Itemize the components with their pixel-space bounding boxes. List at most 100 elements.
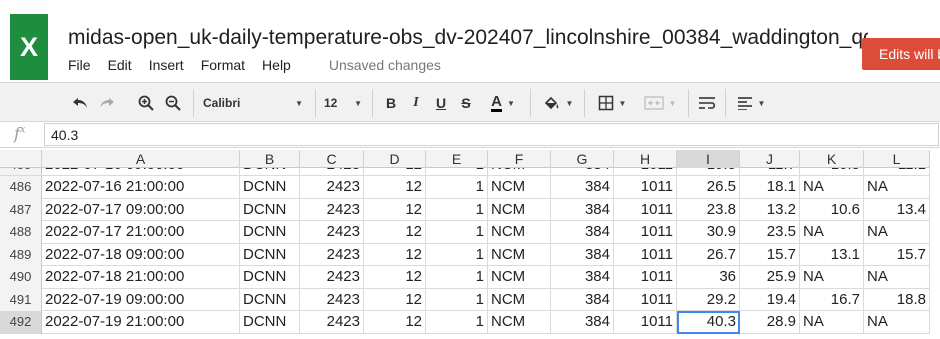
cell-e-489[interactable]: 1 [426,243,488,266]
zoom-in-icon[interactable] [136,91,156,115]
cell-l-489[interactable]: 15.7 [864,243,930,266]
cell-k-489[interactable]: 13.1 [800,243,864,266]
underline-button[interactable]: U [432,91,450,115]
row-header[interactable]: 491 [0,288,42,311]
cell-h-487[interactable]: 1011 [614,198,677,221]
cell-l-485[interactable]: 11.1 [864,168,930,175]
cell-c-486[interactable]: 2423 [300,176,364,199]
cell-k-490[interactable]: NA [800,266,864,289]
strikethrough-button[interactable]: S [457,91,475,115]
cell-k-487[interactable]: 10.6 [800,198,864,221]
cell-c-487[interactable]: 2423 [300,198,364,221]
cell-j-489[interactable]: 15.7 [740,243,800,266]
document-title[interactable]: midas-open_uk-daily-temperature-obs_dv-2… [68,26,868,52]
cell-i-488[interactable]: 30.9 [677,221,740,244]
cell-j-492[interactable]: 28.9 [740,311,800,334]
cell-d-492[interactable]: 12 [364,311,426,334]
select-all-corner[interactable] [0,150,42,168]
cell-j-487[interactable]: 13.2 [740,198,800,221]
cell-l-491[interactable]: 18.8 [864,288,930,311]
cell-f-490[interactable]: NCM [488,266,551,289]
cell-c-491[interactable]: 2423 [300,288,364,311]
cell-d-488[interactable]: 12 [364,221,426,244]
column-header-h[interactable]: H [614,150,677,168]
column-header-c[interactable]: C [300,150,364,168]
menu-insert[interactable]: Insert [149,57,184,77]
cell-b-490[interactable]: DCNN [240,266,300,289]
merge-cells-button[interactable]: ▼ [640,91,680,115]
menu-format[interactable]: Format [201,57,245,77]
cell-g-487[interactable]: 384 [551,198,614,221]
cell-f-491[interactable]: NCM [488,288,551,311]
cell-a-486[interactable]: 2022-07-16 21:00:00 [42,176,240,199]
cell-h-491[interactable]: 1011 [614,288,677,311]
cell-g-490[interactable]: 384 [551,266,614,289]
column-header-a[interactable]: A [42,150,240,168]
cell-j-488[interactable]: 23.5 [740,221,800,244]
cell-k-488[interactable]: NA [800,221,864,244]
fill-color-button[interactable]: ▼ [540,91,576,115]
cell-i-491[interactable]: 29.2 [677,288,740,311]
cell-f-487[interactable]: NCM [488,198,551,221]
cell-k-492[interactable]: NA [800,311,864,334]
cell-e-490[interactable]: 1 [426,266,488,289]
cell-a-487[interactable]: 2022-07-17 09:00:00 [42,198,240,221]
cell-d-489[interactable]: 12 [364,243,426,266]
cell-a-489[interactable]: 2022-07-18 09:00:00 [42,243,240,266]
cell-e-492[interactable]: 1 [426,311,488,334]
cell-l-492[interactable]: NA [864,311,930,334]
cell-h-489[interactable]: 1011 [614,243,677,266]
cell-e-485[interactable]: 1 [426,168,488,175]
cell-b-492[interactable]: DCNN [240,311,300,334]
row-header[interactable]: 486 [0,176,42,199]
row-header[interactable]: 492 [0,311,42,334]
cell-i-486[interactable]: 26.5 [677,176,740,199]
column-header-i[interactable]: I [677,150,740,168]
bold-button[interactable]: B [382,91,400,115]
cell-c-488[interactable]: 2423 [300,221,364,244]
cell-f-489[interactable]: NCM [488,243,551,266]
column-header-f[interactable]: F [488,150,551,168]
menu-file[interactable]: File [68,57,91,77]
cell-b-486[interactable]: DCNN [240,176,300,199]
column-header-g[interactable]: G [551,150,614,168]
column-header-b[interactable]: B [240,150,300,168]
cell-g-489[interactable]: 384 [551,243,614,266]
cell-a-488[interactable]: 2022-07-17 21:00:00 [42,221,240,244]
edits-warning-button[interactable]: Edits will be lost [862,38,940,70]
column-header-l[interactable]: L [864,150,930,168]
cell-f-492[interactable]: NCM [488,311,551,334]
cell-a-492[interactable]: 2022-07-19 21:00:00 [42,311,240,334]
redo-icon[interactable] [97,91,117,115]
cell-h-490[interactable]: 1011 [614,266,677,289]
font-family-select[interactable]: Calibri ▼ [203,91,303,115]
cell-h-492[interactable]: 1011 [614,311,677,334]
cell-i-489[interactable]: 26.7 [677,243,740,266]
column-header-j[interactable]: J [740,150,800,168]
cell-h-488[interactable]: 1011 [614,221,677,244]
cell-g-486[interactable]: 384 [551,176,614,199]
cell-h-486[interactable]: 1011 [614,176,677,199]
cell-d-487[interactable]: 12 [364,198,426,221]
cell-f-488[interactable]: NCM [488,221,551,244]
cell-e-491[interactable]: 1 [426,288,488,311]
cell-j-490[interactable]: 25.9 [740,266,800,289]
cell-i-487[interactable]: 23.8 [677,198,740,221]
cell-a-491[interactable]: 2022-07-19 09:00:00 [42,288,240,311]
cell-g-491[interactable]: 384 [551,288,614,311]
cell-c-489[interactable]: 2423 [300,243,364,266]
wrap-text-button[interactable] [697,91,717,115]
cell-b-485[interactable]: DCNN [240,168,300,175]
cell-e-487[interactable]: 1 [426,198,488,221]
row-header[interactable]: 489 [0,243,42,266]
column-header-d[interactable]: D [364,150,426,168]
cell-l-486[interactable]: NA [864,176,930,199]
cell-l-487[interactable]: 13.4 [864,198,930,221]
cell-d-486[interactable]: 12 [364,176,426,199]
horizontal-align-button[interactable]: ▼ [734,91,768,115]
cell-a-485[interactable]: 2022-07-16 09:00:00 [42,168,240,175]
spreadsheet-grid[interactable]: ABCDEFGHIJKL 4852022-07-16 09:00:00DCNN2… [0,150,930,339]
cell-e-488[interactable]: 1 [426,221,488,244]
text-color-button[interactable]: A ▼ [484,91,522,115]
cell-c-490[interactable]: 2423 [300,266,364,289]
